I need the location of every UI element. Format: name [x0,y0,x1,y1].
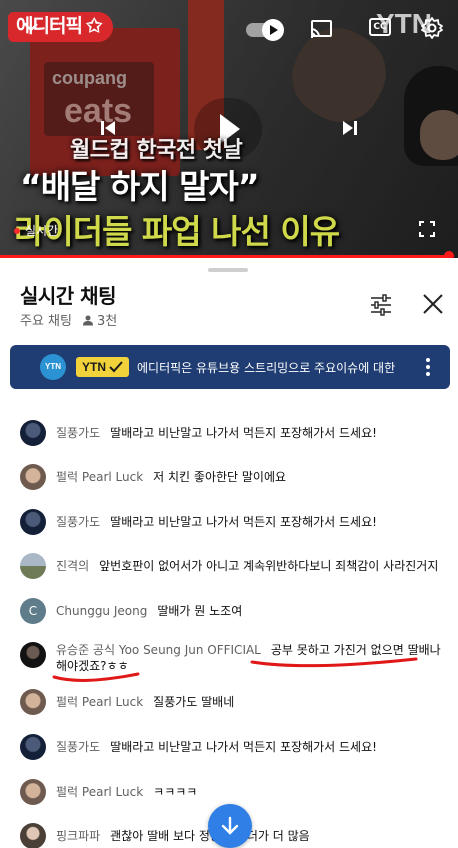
chat-mode-selector[interactable]: 주요 채팅 [20,310,72,329]
pinned-message[interactable]: YTN YTN 에디터픽은 유튜브용 스트리밍으로 주요이슈에 대한 방 [10,345,450,389]
scroll-to-bottom-button[interactable] [208,804,252,848]
avatar[interactable] [20,734,46,760]
avatar[interactable] [20,420,46,446]
chat-message[interactable]: 진격의 앞번호판이 없어서가 아니고 계속위반하다보니 죄책감이 사라진거지 [20,553,450,579]
message-author[interactable]: 펄럭 Pearl Luck [56,695,143,709]
avatar[interactable] [20,553,46,579]
message-author[interactable]: 질풍가도 [56,740,100,754]
message-author[interactable]: 펄럭 Pearl Luck [56,785,143,799]
chat-message[interactable]: C Chunggu Jeong 딸배가 뭔 노조여 [20,598,450,624]
cast-icon[interactable] [309,18,333,44]
avatar[interactable] [20,689,46,715]
arrow-down-icon [221,816,239,835]
chat-title: 실시간 채팅 [20,284,116,308]
channel-badge: YTN [76,357,129,377]
message-text: 질풍가도 딸배네 [153,695,235,709]
captions-icon[interactable]: CC [369,18,391,36]
viewer-count: 3천 [82,310,117,329]
person-icon [82,315,93,325]
autoplay-toggle[interactable] [246,19,290,41]
filter-icon[interactable] [369,294,393,320]
message-author[interactable]: Chunggu Jeong [56,604,147,618]
avatar[interactable] [20,464,46,490]
video-subtitle-bottom: 라이더들 파업 나선 이유 [14,212,340,251]
avatar[interactable] [20,642,46,668]
play-icon [262,19,284,41]
chat-message[interactable]: 펄럭 Pearl Luck 저 치킨 좋아한단 말이에요 [20,464,450,490]
message-author[interactable]: 핑크파파 [56,829,100,843]
message-text: 저 치킨 좋아한단 말이에요 [153,470,287,484]
video-subtitle-main: “배달 하지 말자” [20,167,260,206]
close-icon[interactable] [421,292,445,320]
message-text: 딸배가 뭔 노조여 [157,604,243,618]
more-vert-icon[interactable] [424,357,432,381]
live-indicator[interactable]: 실시간 [14,222,58,239]
pinned-text: 에디터픽은 유튜브용 스트리밍으로 주요이슈에 대한 방 [137,360,397,375]
chevron-down-icon[interactable] [20,16,42,42]
verified-check-icon [109,361,123,373]
message-author[interactable]: 유승준 공식 Yoo Seung Jun OFFICIAL [56,643,261,657]
chat-message[interactable]: 질풍가도 딸배라고 비난말고 나가서 먹든지 포장해가서 드세요! [20,420,450,446]
avatar[interactable]: C [20,598,46,624]
avatar[interactable] [20,779,46,805]
message-author[interactable]: 펄럭 Pearl Luck [56,470,143,484]
chat-message[interactable]: 질풍가도 딸배라고 비난말고 나가서 먹든지 포장해가서 드세요! [20,509,450,535]
message-author[interactable]: 질풍가도 [56,515,100,529]
live-dot-icon [14,227,20,234]
message-author[interactable]: 질풍가도 [56,426,100,440]
message-text: 딸배라고 비난말고 나가서 먹든지 포장해가서 드세요! [110,515,377,529]
fullscreen-icon[interactable] [418,220,436,242]
message-text: 앞번호판이 없어서가 아니고 계속위반하다보니 죄책감이 사라진거지 [99,559,439,573]
message-author[interactable]: 진격의 [56,559,89,573]
settings-gear-icon[interactable] [420,16,444,44]
avatar: YTN [40,354,66,380]
red-underline-annotation [52,672,140,682]
chat-message[interactable]: 펄럭 Pearl Luck ㅋㅋㅋㅋ [20,779,450,805]
chat-subheader: 주요 채팅 3천 [20,310,117,329]
chat-message[interactable]: 질풍가도 딸배라고 비난말고 나가서 먹든지 포장해가서 드세요! [20,734,450,760]
message-text: 딸배라고 비난말고 나가서 먹든지 포장해가서 드세요! [110,426,377,440]
video-player[interactable]: coupang eats 에디터픽 ✩ YTN CC 월드컵 한국전 첫날 “배달… [0,0,458,258]
avatar[interactable] [20,823,46,848]
avatar[interactable] [20,509,46,535]
message-text: 딸배라고 비난말고 나가서 먹든지 포장해가서 드세요! [110,740,377,754]
drag-handle[interactable] [208,268,248,272]
red-underline-annotation [250,657,418,668]
message-text: ㅋㅋㅋㅋ [153,785,198,799]
chat-message[interactable]: 펄럭 Pearl Luck 질풍가도 딸배네 [20,689,450,715]
progress-scrubber[interactable] [443,251,454,258]
next-icon[interactable] [338,116,362,144]
